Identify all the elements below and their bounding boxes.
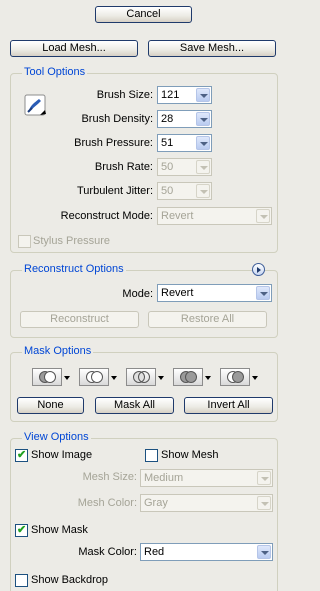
mask-color-value: Red [144,546,165,558]
stylus-pressure-label: Stylus Pressure [33,235,111,247]
chevron-down-icon[interactable] [257,545,271,559]
brush-pressure-label: Brush Pressure: [74,137,153,149]
chevron-down-icon[interactable] [196,88,210,102]
mask-add-selection-button[interactable] [79,368,117,386]
reconstruct-button: Reconstruct [20,311,139,328]
turbulent-jitter-label: Turbulent Jitter: [76,185,153,197]
show-backdrop-label[interactable]: Show Backdrop [31,574,108,587]
show-mask-checkbox[interactable]: ✔ [15,524,28,537]
chevron-down-icon [256,209,270,223]
invert-all-button[interactable]: Invert All [184,397,273,414]
chevron-down-icon [196,160,210,174]
flyout-menu-icon[interactable] [252,263,265,276]
dropdown-arrow-icon[interactable] [252,376,258,380]
mask-subtract-selection-button[interactable] [126,368,164,386]
brush-size-select[interactable]: 121 [157,86,212,104]
mode-label: Mode: [122,288,153,300]
liquify-brush-icon [24,94,48,118]
mode-value: Revert [161,287,194,299]
stylus-pressure-checkbox [18,235,31,248]
show-mesh-label[interactable]: Show Mesh [161,449,218,462]
load-mesh-button[interactable]: Load Mesh... [10,40,138,57]
brush-density-select[interactable]: 28 [157,110,212,128]
view-options-title: View Options [22,431,91,444]
chevron-down-icon [257,471,271,485]
chevron-down-icon[interactable] [196,112,210,126]
chevron-down-icon[interactable] [196,136,210,150]
mask-intersect-selection-button[interactable] [173,368,211,386]
brush-density-label: Brush Density: [81,113,153,125]
mask-options-title: Mask Options [22,345,94,358]
tool-options-title: Tool Options [22,66,88,79]
mask-color-select[interactable]: Red [140,543,273,561]
mesh-size-label: Mesh Size: [82,471,137,483]
mask-all-button[interactable]: Mask All [95,397,174,414]
show-image-checkbox[interactable]: ✔ [15,449,28,462]
dropdown-arrow-icon[interactable] [205,376,211,380]
brush-size-label: Brush Size: [96,89,153,101]
checkmark-icon: ✔ [17,449,27,461]
reconstruct-options-title: Reconstruct Options [22,263,126,276]
cancel-button[interactable]: Cancel [95,6,192,23]
show-mask-label[interactable]: Show Mask [31,524,88,537]
dropdown-arrow-icon[interactable] [111,376,117,380]
brush-pressure-value: 51 [161,137,174,149]
reconstruct-mode-select: Revert [157,207,272,225]
dropdown-arrow-icon[interactable] [158,376,164,380]
show-mesh-checkbox[interactable] [145,449,158,462]
chevron-down-icon[interactable] [256,286,270,300]
dropdown-arrow-icon[interactable] [64,376,70,380]
brush-size-value: 121 [161,89,180,101]
mesh-size-select: Medium [140,469,273,487]
mode-select[interactable]: Revert [157,284,272,302]
mask-none-button[interactable]: None [17,397,84,414]
brush-pressure-select[interactable]: 51 [157,134,212,152]
checkmark-icon: ✔ [17,524,27,536]
mask-color-label: Mask Color: [78,546,137,558]
restore-all-button: Restore All [148,311,267,328]
mesh-color-select: Gray [140,494,273,512]
mask-replace-selection-button[interactable] [32,368,70,386]
mesh-color-value: Gray [144,497,168,509]
show-backdrop-checkbox[interactable] [15,574,28,587]
turbulent-jitter-value: 50 [161,185,174,197]
save-mesh-button[interactable]: Save Mesh... [148,40,276,57]
brush-rate-label: Brush Rate: [94,161,153,173]
brush-rate-value: 50 [161,161,174,173]
brush-rate-select: 50 [157,158,212,176]
reconstruct-mode-label: Reconstruct Mode: [60,210,153,222]
chevron-down-icon [196,184,210,198]
chevron-down-icon [257,496,271,510]
brush-density-value: 28 [161,113,174,125]
show-image-label[interactable]: Show Image [31,449,92,462]
turbulent-jitter-select: 50 [157,182,212,200]
reconstruct-mode-value: Revert [161,210,194,222]
mesh-color-label: Mesh Color: [77,497,137,509]
mesh-size-value: Medium [144,472,184,484]
mask-invert-selection-button[interactable] [220,368,258,386]
